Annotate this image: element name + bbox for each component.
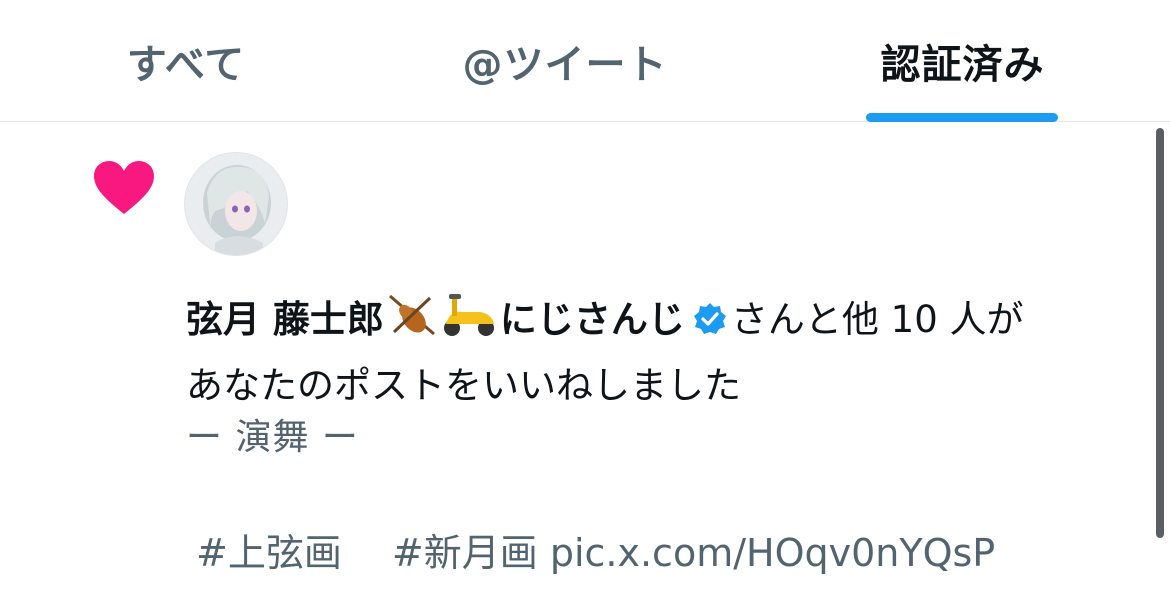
scooter-icon xyxy=(440,292,500,356)
violin-icon xyxy=(384,292,440,356)
notification-message: 弦月 藤士郎 にじさんじ さんと他 10 人が あなたのポストをいいねしました xyxy=(186,290,1136,416)
tab-all[interactable]: すべて xyxy=(86,0,286,122)
org-name[interactable]: にじさんじ xyxy=(500,298,685,341)
post-title[interactable]: ー 演舞 ー xyxy=(186,408,359,460)
post-tags[interactable]: #上弦画 #新月画 pic.x.com/HOqv0nYQsP xyxy=(196,522,995,577)
notifications-page: すべて @ツイート 認証済み 弦月 藤士郎 にじさんじ さんと他 10 人が あ… xyxy=(0,0,1170,597)
avatar[interactable] xyxy=(184,152,288,256)
notification-tabs: すべて @ツイート 認証済み xyxy=(0,0,1170,122)
message-line-1: さんと他 10 人が xyxy=(730,298,1024,341)
user-name[interactable]: 弦月 藤士郎 xyxy=(186,298,384,341)
active-tab-indicator xyxy=(866,113,1058,122)
verified-badge-icon xyxy=(693,294,727,354)
heart-icon xyxy=(94,161,154,214)
scrollbar[interactable] xyxy=(1156,128,1164,538)
tab-mentions[interactable]: @ツイート xyxy=(420,0,710,122)
message-line-2: あなたのポストをいいねしました xyxy=(186,364,741,407)
tab-verified[interactable]: 認証済み xyxy=(850,0,1075,122)
